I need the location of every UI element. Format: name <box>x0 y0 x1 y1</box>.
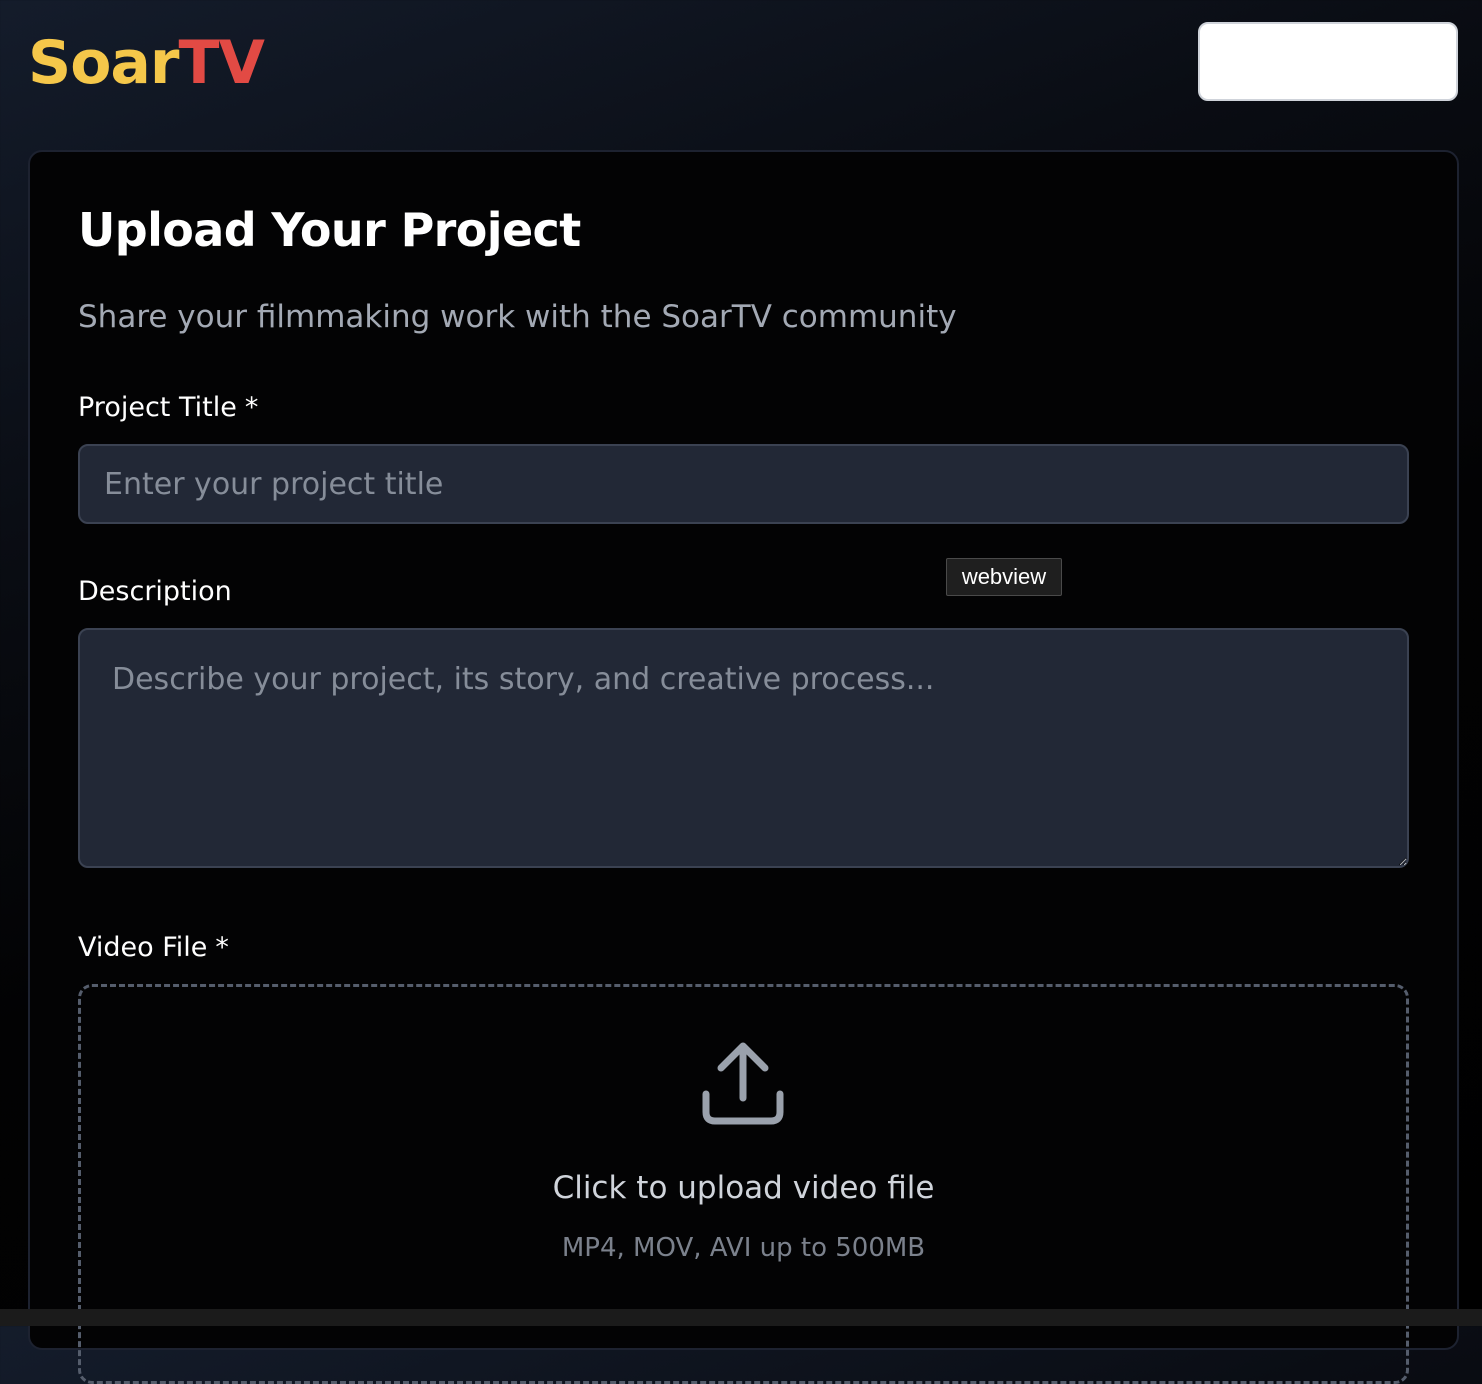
video-file-label: Video File * <box>78 930 229 966</box>
page-title: Upload Your Project <box>78 203 581 257</box>
webview-tooltip: webview <box>946 558 1062 596</box>
brand-logo-soar: Soar <box>28 28 180 98</box>
upload-prompt: Click to upload video file <box>552 1170 935 1206</box>
brand-logo-tv: TV <box>178 28 265 98</box>
description-label: Description <box>78 576 232 607</box>
video-file-label-text: Video File <box>78 932 208 963</box>
project-title-input[interactable] <box>78 444 1409 524</box>
project-title-label: Project Title * <box>78 390 258 426</box>
brand-logo[interactable]: SoarTV <box>28 28 265 98</box>
project-title-label-text: Project Title <box>78 392 237 423</box>
required-mark: * <box>244 392 259 423</box>
required-mark: * <box>215 932 229 963</box>
upload-icon <box>702 1042 784 1125</box>
header-action-button[interactable] <box>1198 22 1458 101</box>
page-subtitle: Share your filmmaking work with the Soar… <box>78 299 957 335</box>
upload-hint: MP4, MOV, AVI up to 500MB <box>561 1233 926 1263</box>
description-textarea[interactable] <box>78 628 1409 868</box>
bottom-bar <box>0 1309 1482 1326</box>
